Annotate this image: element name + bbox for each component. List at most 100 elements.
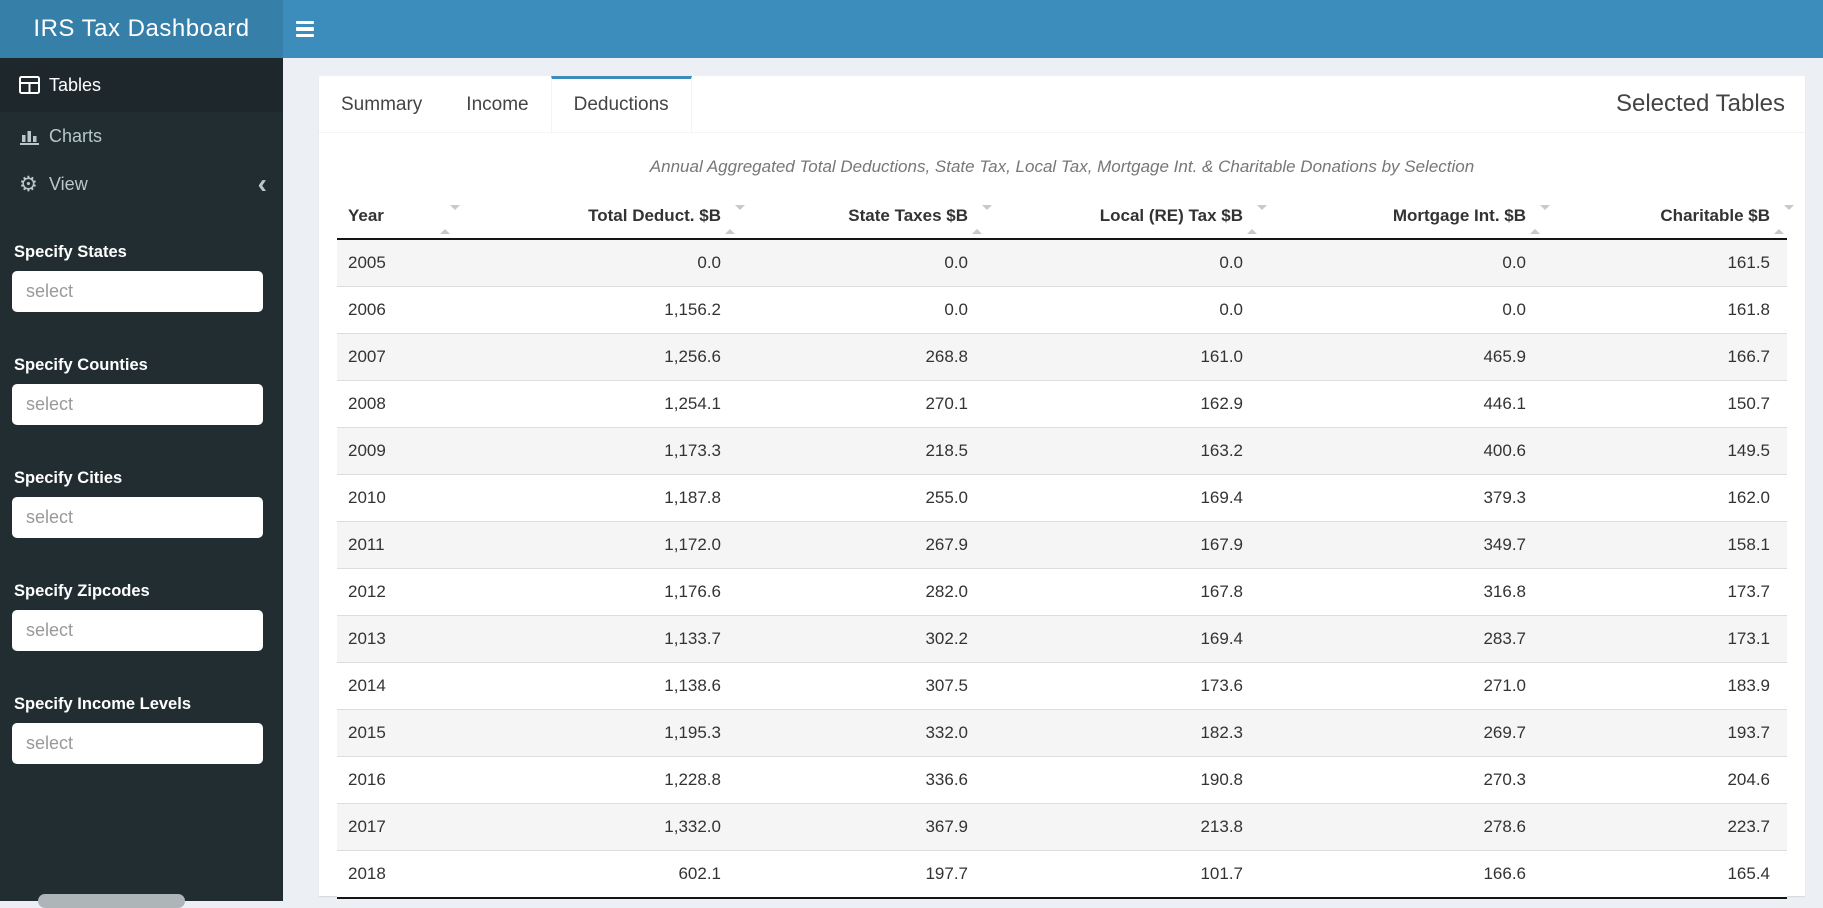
- cell-value: 270.1: [925, 394, 968, 413]
- cell-value: 166.6: [1483, 864, 1526, 883]
- cell-value: 161.8: [1727, 300, 1770, 319]
- main-content: Summary Income Deductions Selected Table…: [283, 58, 1823, 901]
- filter-label: Specify Cities: [14, 469, 123, 487]
- cell-value: 0.0: [1219, 253, 1243, 272]
- cell-value: 197.7: [925, 864, 968, 883]
- cell-value: 182.3: [1200, 723, 1243, 742]
- sort-icon: [440, 205, 460, 234]
- cell-value: 101.7: [1200, 864, 1243, 883]
- cell-value: 162.9: [1200, 394, 1243, 413]
- sidebar-item-label: View: [49, 173, 88, 194]
- cell-value: 349.7: [1483, 535, 1526, 554]
- sidebar-item-view[interactable]: ⚙ View ‹: [0, 160, 283, 208]
- table-caption: Annual Aggregated Total Deductions, Stat…: [649, 157, 1475, 176]
- table-row: 2018 602.1 197.7 101.7 166.6 165.4: [337, 850, 1787, 898]
- hamburger-bar: [296, 33, 314, 38]
- cities-select-input[interactable]: [12, 497, 263, 538]
- filter-group-income-levels: Specify Income Levels: [12, 693, 263, 764]
- cell-year: 2012: [348, 582, 386, 601]
- cell-value: 173.1: [1727, 629, 1770, 648]
- income-levels-select-input[interactable]: [12, 723, 263, 764]
- cell-value: 0.0: [944, 300, 968, 319]
- cell-value: 332.0: [925, 723, 968, 742]
- table-row: 2013 1,133.7 302.2 169.4 283.7 173.1: [337, 615, 1787, 663]
- table-row: 2016 1,228.8 336.6 190.8 270.3 204.6: [337, 756, 1787, 804]
- cell-year: 2010: [348, 488, 386, 507]
- filter-label: Specify Counties: [14, 356, 148, 374]
- cell-value: 1,156.2: [664, 300, 721, 319]
- cell-year: 2011: [348, 535, 385, 554]
- bar-chart-icon: [19, 127, 49, 145]
- zipcodes-select-input[interactable]: [12, 610, 263, 651]
- sidebar-item-label: Charts: [49, 125, 103, 146]
- cell-value: 158.1: [1727, 535, 1770, 554]
- cell-year: 2017: [348, 817, 386, 836]
- tab-summary[interactable]: Summary: [319, 76, 444, 132]
- column-header-local-tax[interactable]: Local (RE) Tax $B: [985, 194, 1267, 240]
- tab-income[interactable]: Income: [444, 76, 550, 132]
- filter-label: Specify Income Levels: [14, 695, 191, 713]
- tab-deductions[interactable]: Deductions: [550, 76, 692, 132]
- table-row: 2011 1,172.0 267.9 167.9 349.7 158.1: [337, 521, 1787, 569]
- column-header-charitable[interactable]: Charitable $B: [1543, 194, 1794, 240]
- cell-value: 336.6: [925, 770, 968, 789]
- cell-value: 169.4: [1200, 488, 1243, 507]
- sidebar-item-charts[interactable]: Charts: [0, 112, 283, 160]
- sort-icon: [1530, 205, 1550, 234]
- counties-select: [12, 384, 263, 425]
- hamburger-icon[interactable]: [296, 0, 342, 58]
- cell-value: 204.6: [1727, 770, 1770, 789]
- cell-value: 283.7: [1483, 629, 1526, 648]
- cell-value: 1,256.6: [664, 347, 721, 366]
- column-label: State Taxes $B: [848, 206, 968, 225]
- sidebar-item-tables[interactable]: Tables: [0, 58, 283, 112]
- cell-value: 1,173.3: [664, 441, 721, 460]
- cell-value: 173.7: [1727, 582, 1770, 601]
- cell-value: 165.4: [1727, 864, 1770, 883]
- cell-value: 271.0: [1483, 676, 1526, 695]
- cell-year: 2006: [348, 300, 386, 319]
- income-levels-select: [12, 723, 263, 764]
- cell-value: 0.0: [697, 253, 721, 272]
- cell-value: 223.7: [1727, 817, 1770, 836]
- filter-label: Specify Zipcodes: [14, 582, 150, 600]
- cell-year: 2007: [348, 347, 386, 366]
- cell-value: 302.2: [925, 629, 968, 648]
- column-header-state-taxes[interactable]: State Taxes $B: [738, 194, 992, 240]
- cell-value: 316.8: [1483, 582, 1526, 601]
- cell-value: 0.0: [1502, 300, 1526, 319]
- cell-value: 1,228.8: [664, 770, 721, 789]
- table-icon: [19, 76, 49, 94]
- filter-group-cities: Specify Cities: [12, 467, 263, 538]
- states-select-input[interactable]: [12, 271, 263, 312]
- cell-value: 218.5: [925, 441, 968, 460]
- cell-value: 255.0: [925, 488, 968, 507]
- hamburger-bar: [296, 20, 314, 25]
- counties-select-input[interactable]: [12, 384, 263, 425]
- column-header-mortgage-int[interactable]: Mortgage Int. $B: [1260, 194, 1550, 240]
- cell-value: 161.5: [1727, 253, 1770, 272]
- sidebar-scrollbar-thumb[interactable]: [38, 894, 185, 908]
- cell-value: 183.9: [1727, 676, 1770, 695]
- cell-value: 149.5: [1727, 441, 1770, 460]
- table-row: 2005 0.0 0.0 0.0 0.0 161.5: [337, 239, 1787, 287]
- panel-title: Selected Tables: [1615, 90, 1785, 117]
- filter-group-states: Specify States: [12, 241, 263, 312]
- gear-icon: ⚙: [19, 172, 38, 196]
- filter-label: Specify States: [14, 243, 127, 261]
- column-header-total-deduct[interactable]: Total Deduct. $B: [453, 194, 745, 240]
- sidebar-filters: Specify States Specify Counties Specify …: [0, 208, 283, 764]
- sort-icon: [1247, 205, 1267, 234]
- cell-value: 1,187.8: [664, 488, 721, 507]
- cell-value: 163.2: [1200, 441, 1243, 460]
- cell-value: 167.8: [1200, 582, 1243, 601]
- cell-value: 379.3: [1483, 488, 1526, 507]
- sidebar: Tables Charts ⚙ View ‹ Specify States Sp…: [0, 58, 283, 908]
- column-header-year[interactable]: Year: [337, 194, 460, 240]
- cell-value: 0.0: [1502, 253, 1526, 272]
- table-row: 2009 1,173.3 218.5 163.2 400.6 149.5: [337, 427, 1787, 475]
- top-navbar: IRS Tax Dashboard: [0, 0, 1823, 58]
- filter-group-counties: Specify Counties: [12, 354, 263, 425]
- column-label: Charitable $B: [1660, 206, 1770, 225]
- filter-group-zipcodes: Specify Zipcodes: [12, 580, 263, 651]
